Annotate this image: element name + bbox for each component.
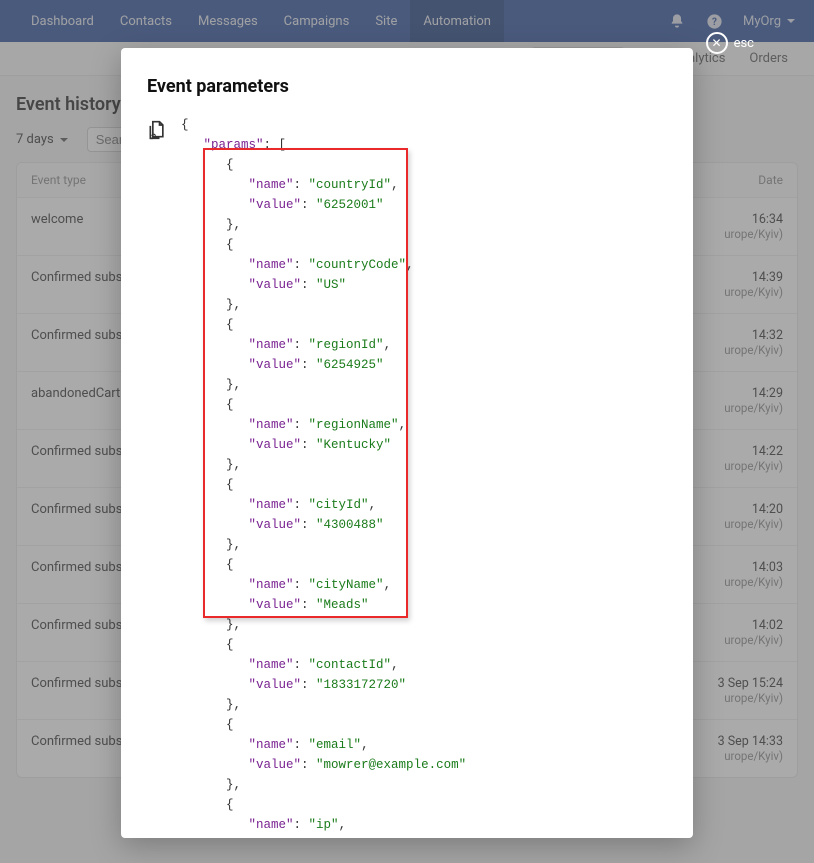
json-code-block: { "params": [ { "name": "countryId", "va… — [181, 115, 466, 838]
modal-title: Event parameters — [147, 76, 667, 97]
copy-icon[interactable] — [147, 119, 167, 838]
close-icon: ✕ — [706, 32, 728, 54]
highlight-box — [203, 148, 408, 618]
close-button[interactable]: ✕ esc — [706, 32, 754, 54]
event-parameters-modal: Event parameters { "params": [ { "name":… — [121, 48, 693, 838]
close-label: esc — [734, 36, 754, 51]
